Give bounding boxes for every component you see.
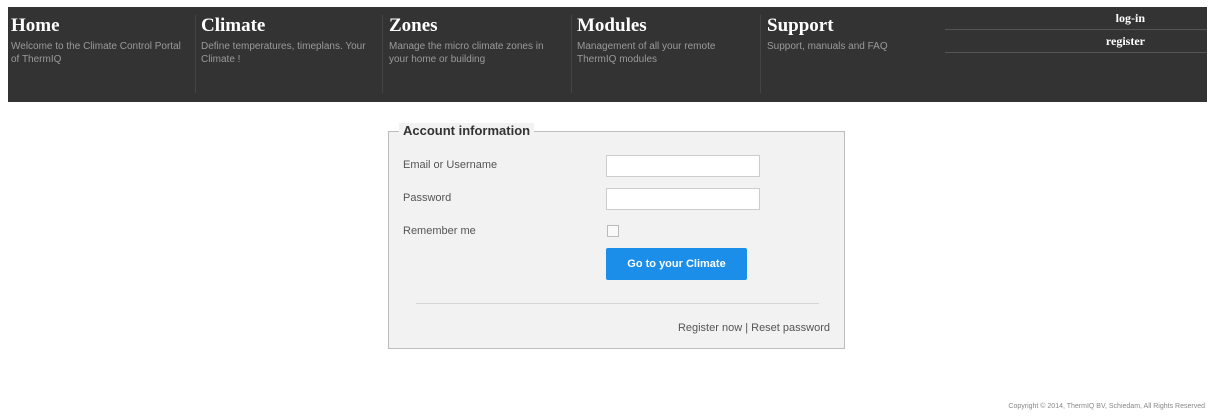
remember-label: Remember me [403,225,476,237]
nav-home-description: Welcome to the Climate Control Portal of… [11,41,181,65]
copyright-text: Copyright © 2014, ThermIQ BV, Schiedam, … [1008,403,1205,410]
register-now-link[interactable]: Register now [678,322,742,334]
reset-password-link[interactable]: Reset password [751,322,830,334]
nav-modules-description: Management of all your remote ThermIQ mo… [577,41,716,65]
nav-support[interactable]: Support Support, manuals and FAQ [761,7,941,102]
nav-zones[interactable]: Zones Manage the micro climate zones in … [383,7,572,102]
nav-support-title[interactable]: Support [767,16,941,36]
form-legend: Account information [399,123,535,138]
login-form: Account information Email or Username Pa… [388,123,845,349]
account-help-links: Register now | Reset password [678,322,830,334]
go-to-climate-button[interactable]: Go to your Climate [606,248,747,280]
nav-modules[interactable]: Modules Management of all your remote Th… [572,7,761,102]
password-field[interactable] [606,188,760,210]
login-link[interactable]: log-in [945,7,1207,30]
nav-modules-title[interactable]: Modules [577,16,761,36]
email-field[interactable] [606,155,760,177]
nav-climate[interactable]: Climate Define temperatures, timeplans. … [196,7,383,102]
nav-climate-title[interactable]: Climate [201,16,383,36]
nav-zones-title[interactable]: Zones [389,16,572,36]
account-links: log-in register [945,7,1207,102]
nav-home[interactable]: Home Welcome to the Climate Control Port… [8,7,196,102]
password-label: Password [403,192,452,204]
link-separator: | [745,322,749,334]
nav-home-title[interactable]: Home [11,16,196,36]
remember-checkbox[interactable] [607,225,619,237]
top-navigation: Home Welcome to the Climate Control Port… [8,7,1207,102]
nav-climate-description: Define temperatures, timeplans. Your Cli… [201,41,366,65]
form-divider [416,303,819,304]
nav-support-description: Support, manuals and FAQ [767,41,888,52]
email-label: Email or Username [403,159,498,171]
nav-zones-description: Manage the micro climate zones in your h… [389,41,544,65]
register-link[interactable]: register [945,30,1207,53]
